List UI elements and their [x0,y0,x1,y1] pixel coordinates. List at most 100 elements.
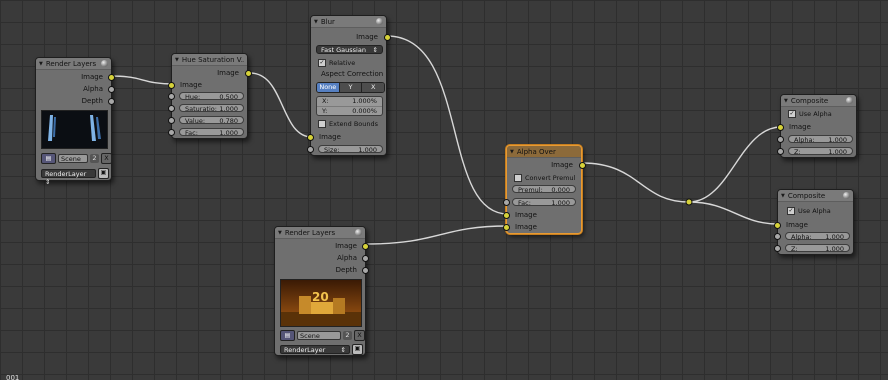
premul-field[interactable]: Premul: 0.000 [512,185,576,194]
scene-selector[interactable]: ▤ Scene 2 X [41,152,112,164]
collapse-arrow-icon[interactable]: ▼ [314,19,318,25]
aspect-option-y[interactable]: Y [338,83,362,92]
saturation-field[interactable]: Saturatio: 1.000 [179,104,244,113]
node-header[interactable]: ▼ Render Layers [275,227,365,239]
input-socket-fac[interactable] [503,199,510,206]
composite-node-1[interactable]: ▼ Composite Use Alpha Image Alpha:1.000 … [777,94,857,158]
node-editor-canvas[interactable]: ▼ Render Layers Image Alpha Depth ▤ Scen… [0,0,888,380]
hue-field[interactable]: Hue: 0.500 [179,92,244,101]
hue-saturation-node[interactable]: ▼ Hue Saturation V... Image Image Hue: 0.… [168,53,252,139]
collapse-arrow-icon[interactable]: ▼ [175,57,179,63]
collapse-arrow-icon[interactable]: ▼ [784,98,788,104]
fac-field[interactable]: Fac: 1.000 [512,198,576,207]
aspect-option-x[interactable]: X [361,83,384,92]
scene-selector[interactable]: ▤ Scene 2 X [280,329,365,341]
checkbox-checked-icon[interactable] [787,206,795,215]
factor-x-field[interactable]: X: 1.000% [317,97,382,106]
preview-sphere-icon[interactable] [355,229,362,236]
node-header[interactable]: ▼ Render Layers [36,58,111,70]
render-layers-node-1[interactable]: ▼ Render Layers Image Alpha Depth ▤ Scen… [35,57,115,186]
z-field[interactable]: Z: 1.000 [788,147,853,156]
factor-y-field[interactable]: Y: 0.000% [317,106,382,116]
checkbox-checked-icon[interactable] [318,58,326,67]
input-socket-alpha[interactable] [774,233,781,240]
input-socket-image[interactable] [168,82,175,89]
node-links [110,35,782,245]
checkbox-checked-icon[interactable] [788,109,796,118]
node-header[interactable]: ▼ Hue Saturation V... [172,54,247,66]
use-alpha-checkbox[interactable]: Use Alpha [787,206,831,215]
input-socket-size[interactable] [307,146,314,153]
value-field[interactable]: Value: 0.780 [179,116,244,125]
scene-name[interactable]: Scene [58,153,88,163]
blur-node[interactable]: ▼ Blur Image Fast Gaussian ⇕ Relative Asp… [307,15,391,156]
node-header[interactable]: ▼ Composite [781,95,856,107]
scene-icon[interactable]: ▤ [280,329,295,341]
node-header[interactable]: ▼ Alpha Over [507,146,581,158]
output-label-depth: Depth [335,266,357,274]
output-socket-image[interactable] [245,70,252,77]
preview-sphere-icon[interactable] [101,60,108,67]
blur-factor-fields[interactable]: X: 1.000% Y: 0.000% [316,96,383,116]
input-socket-value[interactable] [168,117,175,124]
alpha-over-node[interactable]: ▼ Alpha Over Image Convert Premul Premul… [503,145,586,234]
render-layer-selector[interactable]: RenderLayer ⇕ ▣ [280,343,363,355]
input-socket-saturation[interactable] [168,105,175,112]
preview-sphere-icon[interactable] [846,97,853,104]
render-layer-dropdown[interactable]: RenderLayer ⇕ [280,344,350,354]
scene-unlink-button[interactable]: X [101,152,112,164]
preview-sphere-icon[interactable] [843,192,850,199]
output-socket-depth[interactable] [108,98,115,105]
alpha-field[interactable]: Alpha: 1.000 [785,232,850,241]
input-socket-hue[interactable] [168,93,175,100]
render-layer-name: RenderLayer [284,345,326,354]
input-socket-image-1[interactable] [503,212,510,219]
collapse-arrow-icon[interactable]: ▼ [781,193,785,199]
input-socket-image[interactable] [307,134,314,141]
render-layer-selector[interactable]: RenderLayer ⇕ ▣ [41,167,109,186]
scene-icon[interactable]: ▤ [41,152,56,164]
preview-sphere-icon[interactable] [376,18,383,25]
input-socket-image[interactable] [774,222,781,229]
node-header[interactable]: ▼ Composite [778,190,853,202]
checkbox-unchecked-icon[interactable] [514,173,522,182]
fac-field[interactable]: Fac: 1.000 [179,128,244,137]
collapse-arrow-icon[interactable]: ▼ [39,61,43,67]
aspect-correction-selector[interactable]: None Y X [316,82,385,93]
output-socket-alpha[interactable] [108,86,115,93]
collapse-arrow-icon[interactable]: ▼ [278,230,282,236]
input-socket-alpha[interactable] [777,136,784,143]
output-socket-image[interactable] [384,34,391,41]
aspect-option-none[interactable]: None [317,83,339,92]
use-alpha-checkbox[interactable]: Use Alpha [788,109,832,118]
image-browse-icon[interactable]: ▣ [98,167,109,179]
render-layer-dropdown[interactable]: RenderLayer ⇕ [41,168,96,186]
size-field[interactable]: Size: 1.000 [318,145,383,154]
checkbox-unchecked-icon[interactable] [318,119,326,128]
relative-checkbox[interactable]: Relative [318,58,355,67]
input-socket-z[interactable] [774,245,781,252]
checkbox-label: Relative [329,58,356,67]
input-socket-image-2[interactable] [503,224,510,231]
input-socket-fac[interactable] [168,129,175,136]
scene-name[interactable]: Scene [297,330,341,340]
filter-type-dropdown[interactable]: Fast Gaussian ⇕ [316,45,383,54]
output-socket-image[interactable] [579,162,586,169]
alpha-field[interactable]: Alpha: 1.000 [788,135,853,144]
output-socket-depth[interactable] [362,267,369,274]
extend-bounds-checkbox[interactable]: Extend Bounds [318,119,378,128]
collapse-arrow-icon[interactable]: ▼ [510,149,514,155]
input-socket-image[interactable] [777,124,784,131]
output-socket-image[interactable] [108,74,115,81]
node-header[interactable]: ▼ Blur [311,16,386,28]
input-socket-z[interactable] [777,148,784,155]
image-browse-icon[interactable]: ▣ [352,343,363,355]
output-socket-image[interactable] [362,243,369,250]
composite-node-2[interactable]: ▼ Composite Use Alpha Image Alpha:1.000 … [774,189,854,255]
render-layers-node-2[interactable]: ▼ Render Layers Image Alpha Depth 20 ▤ S… [274,226,369,356]
output-socket-alpha[interactable] [362,255,369,262]
scene-unlink-button[interactable]: X [354,329,365,341]
convert-premul-checkbox[interactable]: Convert Premul [514,173,575,182]
z-field[interactable]: Z: 1.000 [785,244,850,253]
reroute-node [685,198,693,206]
